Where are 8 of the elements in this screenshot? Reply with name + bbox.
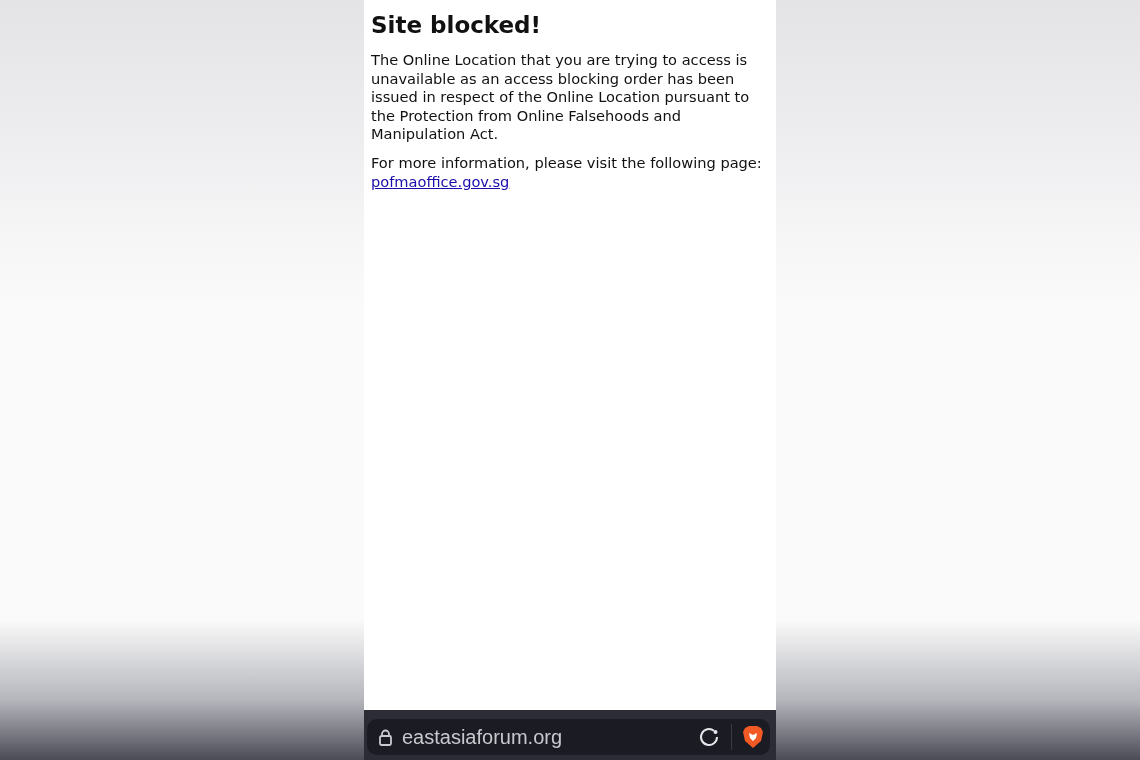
paragraph: For more information, please visit the following page: pofmaoffice.gov.sg — [371, 153, 763, 192]
url-text: eastasiaforum.org — [402, 725, 564, 749]
page-heading: Site blocked! — [371, 12, 543, 38]
lock-icon — [379, 728, 392, 746]
address-bar[interactable]: eastasiaforum.org — [367, 719, 770, 755]
paragraph: The Online Location that you are trying to access is unavailable as an access blocking order has been issued in respect of the Online Location pursuant to the Protection from Online Falsehoods and Manipulation Act. — [371, 51, 751, 144]
link[interactable]: pofmaoffice.gov.sg — [371, 172, 510, 190]
reload-icon[interactable] — [697, 725, 721, 749]
